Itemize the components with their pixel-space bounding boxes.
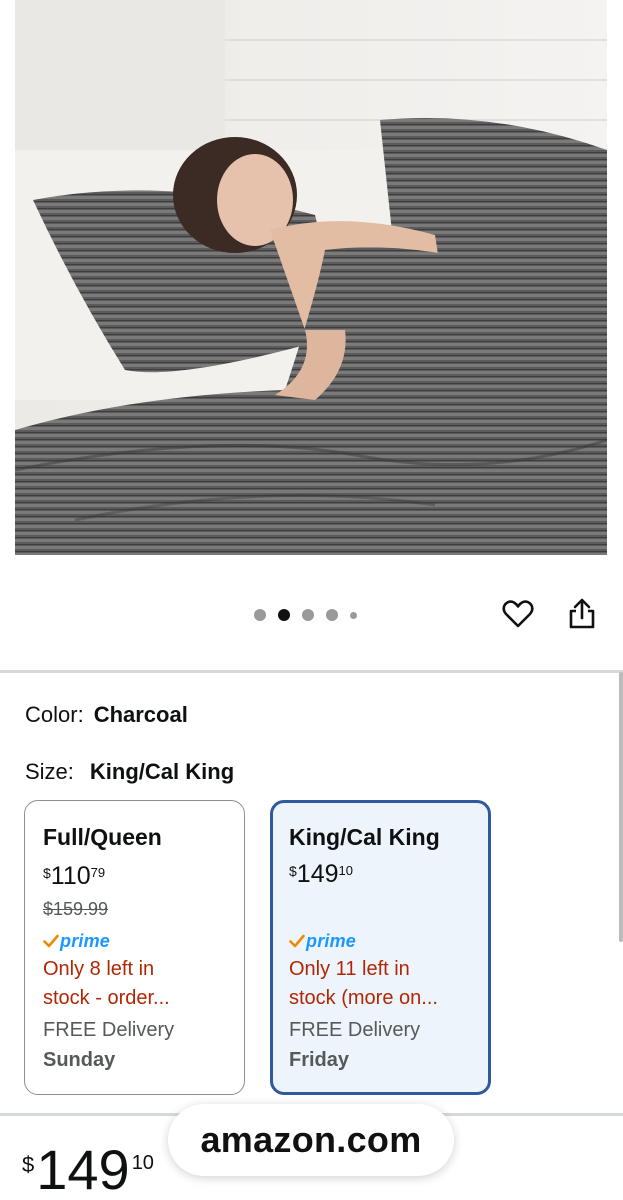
- watermark-text: amazon.com: [200, 1119, 422, 1160]
- price-whole: 149: [36, 1138, 130, 1200]
- color-attribute: Color: Charcoal: [25, 702, 188, 728]
- scroll-indicator: [619, 672, 623, 942]
- carousel-controls: [0, 580, 623, 650]
- prime-badge: prime: [289, 929, 488, 953]
- stock-status-line-2: stock - order...: [43, 987, 170, 1009]
- size-option-price: $ 149 10: [289, 859, 488, 891]
- section-divider: [0, 670, 623, 673]
- delivery-day: Sunday: [43, 1049, 116, 1071]
- price-currency: $: [22, 1152, 35, 1177]
- carousel-dot[interactable]: [326, 609, 338, 621]
- price-currency: $: [43, 865, 51, 881]
- carousel-indicators[interactable]: [254, 609, 357, 621]
- price-fraction: 10: [131, 1152, 154, 1174]
- price-whole: 149: [296, 860, 339, 888]
- carousel-dot[interactable]: [302, 609, 314, 621]
- carousel-dot[interactable]: [350, 611, 357, 619]
- size-option-title: Full/Queen: [43, 824, 162, 850]
- size-option-title: King/Cal King: [289, 824, 440, 850]
- stock-status-line-2: stock (more on...: [289, 987, 438, 1009]
- carousel-dot-active[interactable]: [278, 609, 290, 621]
- amazon-watermark: amazon.com: [168, 1104, 454, 1176]
- delivery-label: FREE Delivery: [43, 1019, 175, 1041]
- size-option-price: $ 110 79: [43, 861, 244, 893]
- check-icon: [43, 934, 59, 948]
- size-option-king-cal-king[interactable]: King/Cal King $ 149 10 prime Only 11 lef…: [270, 800, 491, 1095]
- prime-label: prime: [306, 930, 357, 951]
- product-image[interactable]: [15, 0, 607, 555]
- bedding-photo: [15, 0, 607, 555]
- stock-status-line-1: Only 8 left in: [43, 958, 155, 980]
- buybox-price: $ 149 10: [22, 1138, 154, 1200]
- color-label: Color:: [25, 702, 84, 727]
- size-value: King/Cal King: [89, 759, 235, 784]
- size-attribute: Size: King/Cal King: [25, 759, 234, 785]
- heart-icon: [502, 600, 534, 628]
- carousel-dot[interactable]: [254, 609, 266, 621]
- list-price: $159.99: [43, 899, 109, 919]
- size-label: Size:: [25, 759, 74, 784]
- wishlist-button[interactable]: [500, 596, 536, 632]
- price-fraction: 10: [338, 863, 353, 878]
- check-icon: [289, 934, 305, 948]
- price-fraction: 79: [90, 865, 106, 880]
- price-currency: $: [289, 863, 297, 879]
- share-button[interactable]: [564, 596, 600, 632]
- delivery-day: Friday: [289, 1049, 350, 1071]
- prime-label: prime: [60, 930, 111, 951]
- size-option-full-queen[interactable]: Full/Queen $ 110 79 $159.99 prime Only 8…: [24, 800, 245, 1095]
- delivery-label: FREE Delivery: [289, 1019, 421, 1041]
- prime-badge: prime: [43, 929, 244, 953]
- price-whole: 110: [50, 862, 91, 890]
- stock-status-line-1: Only 11 left in: [289, 958, 410, 980]
- color-value: Charcoal: [93, 702, 188, 727]
- share-icon: [569, 598, 595, 629]
